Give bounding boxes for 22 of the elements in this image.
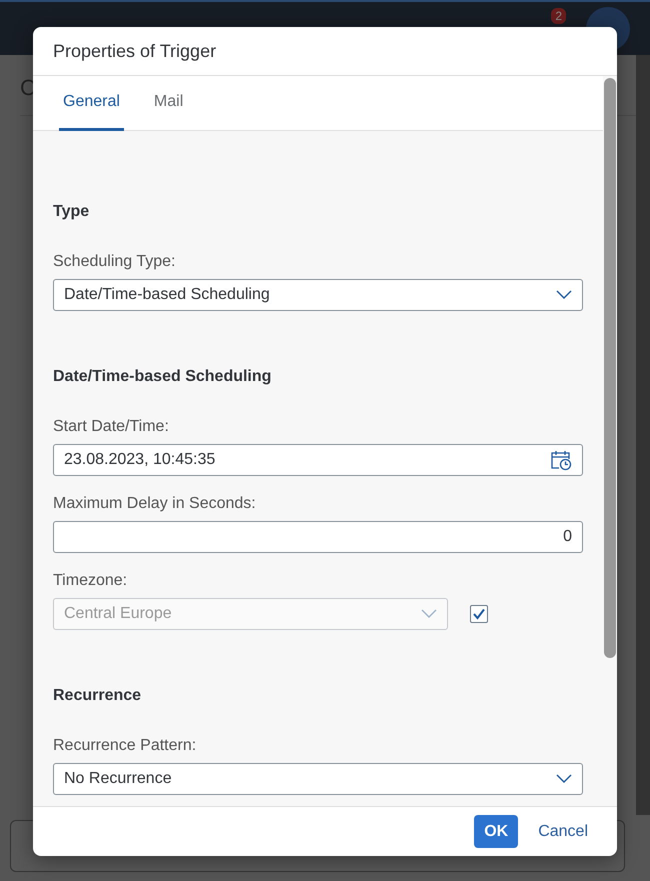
chevron-down-icon — [556, 290, 572, 300]
section-heading: Date/Time-based Scheduling — [53, 367, 272, 387]
field-label: Timezone: — [53, 571, 128, 591]
dropdown-field[interactable]: No Recurrence — [53, 763, 583, 795]
date-time-field[interactable]: 23.08.2023, 10:45:35 — [53, 444, 583, 476]
field-label: Maximum Delay in Seconds: — [53, 494, 256, 514]
chevron-down-icon — [421, 609, 437, 619]
calendar-clock-icon[interactable] — [550, 449, 572, 471]
dropdown-field[interactable]: Date/Time-based Scheduling — [53, 279, 583, 311]
field-label: Scheduling Type: — [53, 252, 176, 272]
dialog-title: Properties of Trigger — [33, 27, 617, 76]
cancel-button[interactable]: Cancel — [538, 815, 588, 848]
chevron-down-icon — [556, 774, 572, 784]
field-label: Start Date/Time: — [53, 417, 169, 437]
section-heading: Type — [53, 202, 90, 222]
section-heading: Recurrence — [53, 686, 142, 706]
field-label: Recurrence Pattern: — [53, 736, 196, 756]
notification-badge: 2 — [551, 8, 566, 24]
tab[interactable]: Mail — [150, 76, 188, 131]
ok-button[interactable]: OK — [474, 815, 518, 848]
number-field[interactable]: 0 — [53, 521, 583, 553]
scrollbar-thumb[interactable] — [604, 78, 616, 658]
